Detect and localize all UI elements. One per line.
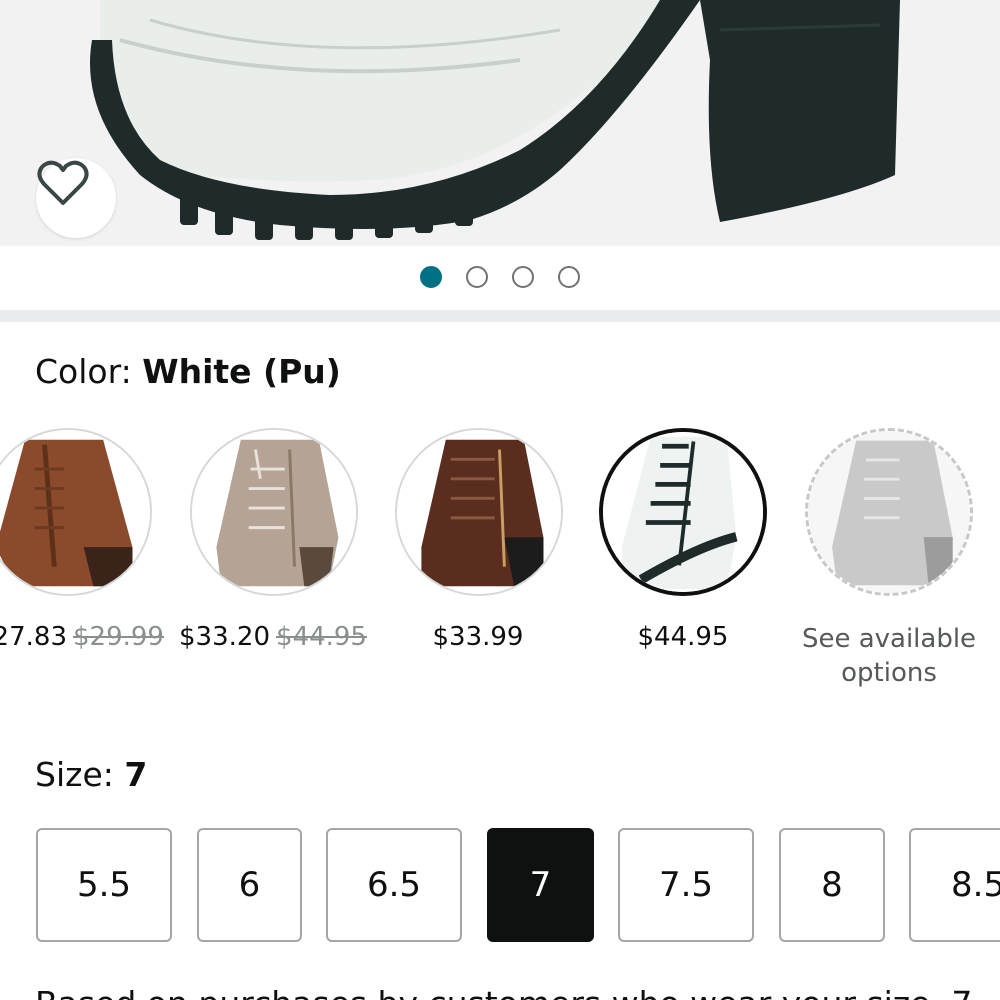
size-option-8.5[interactable]: 8.5 — [909, 828, 1000, 942]
carousel-dot-1[interactable] — [420, 266, 442, 288]
size-option-7[interactable]: 7 — [487, 828, 594, 942]
color-swatch-unavailable[interactable] — [805, 428, 973, 596]
carousel-dot-4[interactable] — [558, 266, 580, 288]
swatch-price-3: $33.99 — [363, 622, 593, 652]
size-option-5.5[interactable]: 5.5 — [36, 828, 172, 942]
color-swatch-brown[interactable] — [0, 428, 152, 596]
selected-size: 7 — [124, 755, 148, 794]
color-label: Color: White (Pu) — [35, 352, 341, 391]
wishlist-heart-button[interactable] — [36, 158, 116, 238]
price-value: $27.83 — [0, 622, 67, 652]
color-label-prefix: Color: — [35, 352, 143, 391]
size-option-8[interactable]: 8 — [779, 828, 885, 942]
image-carousel-dots — [0, 262, 1000, 292]
size-label: Size: 7 — [35, 755, 147, 794]
price-value: $33.99 — [432, 622, 524, 652]
swatch-price-4: $44.95 — [568, 622, 798, 652]
size-option-6.5[interactable]: 6.5 — [326, 828, 462, 942]
section-divider — [0, 310, 1000, 322]
original-price: $44.95 — [276, 622, 367, 652]
swatch-availability: See available options — [801, 624, 977, 688]
heart-icon — [37, 160, 89, 205]
price-value: $33.20 — [179, 622, 270, 652]
size-option-7.5[interactable]: 7.5 — [618, 828, 754, 942]
size-label-prefix: Size: — [35, 755, 125, 794]
color-swatch-white[interactable] — [599, 428, 767, 596]
swatch-price-2: $33.20 $44.95 — [158, 622, 388, 652]
size-option-6[interactable]: 6 — [197, 828, 302, 942]
price-value: $44.95 — [637, 622, 729, 652]
selected-color-name: White (Pu) — [142, 352, 341, 391]
color-swatch-dark-brown[interactable] — [395, 428, 563, 596]
size-recommendation-note: Based on purchases by customers who wear… — [35, 984, 972, 1000]
carousel-dot-2[interactable] — [466, 266, 488, 288]
color-swatch-taupe[interactable] — [190, 428, 358, 596]
original-price: $29.99 — [73, 622, 164, 652]
product-image[interactable] — [0, 0, 1000, 246]
carousel-dot-3[interactable] — [512, 266, 534, 288]
